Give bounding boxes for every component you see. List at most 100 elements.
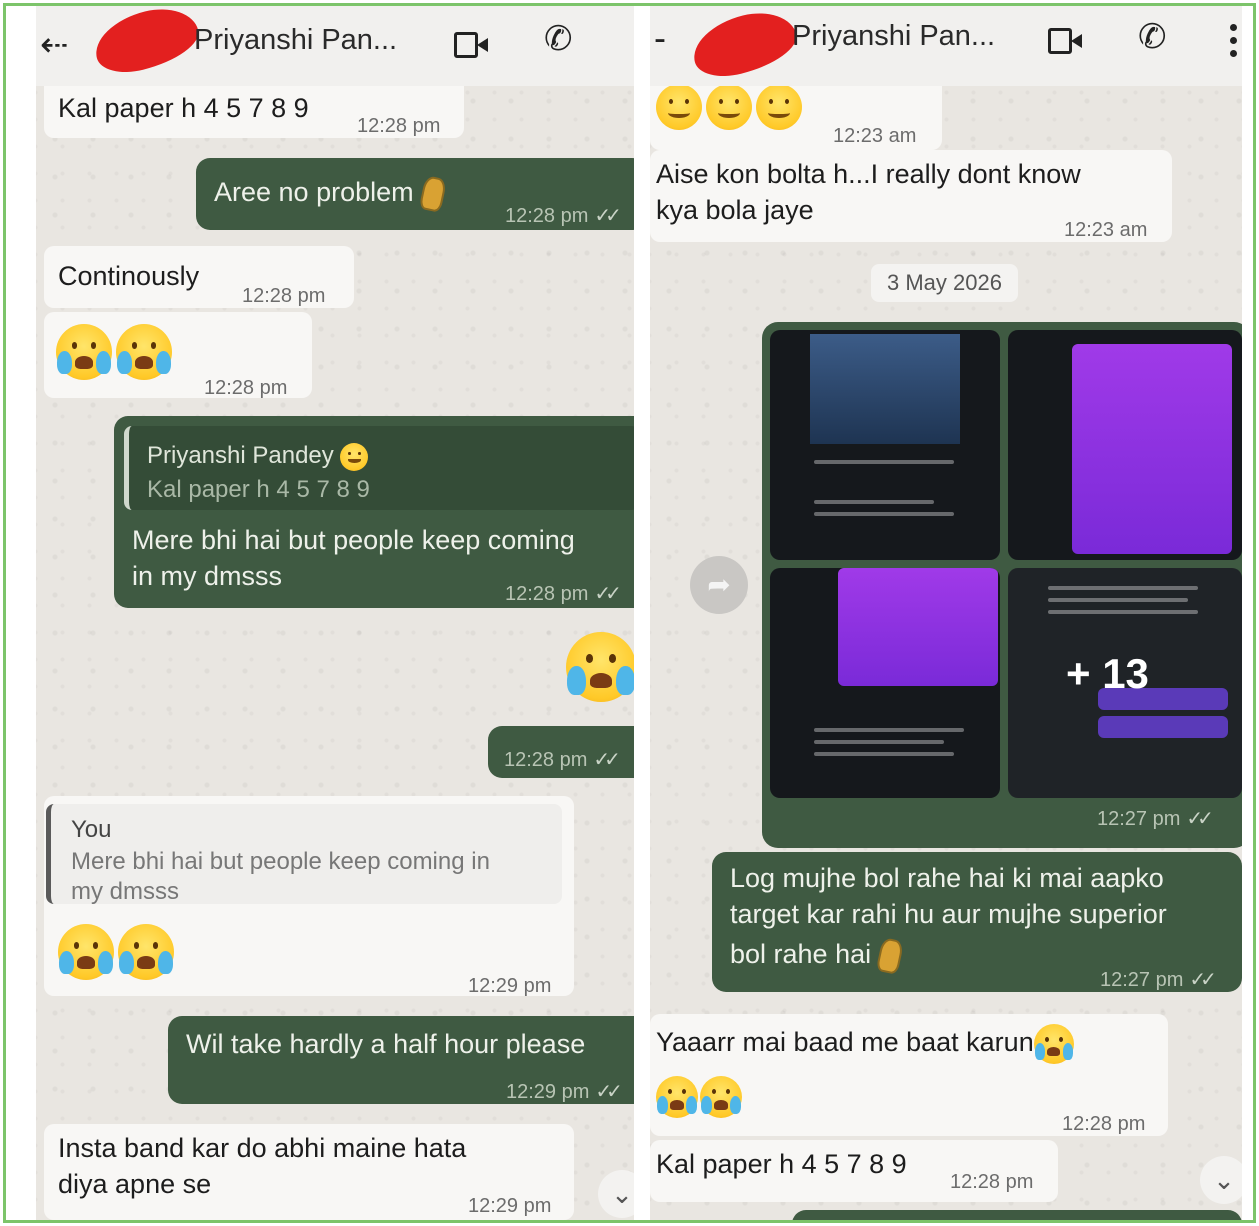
forward-button[interactable]: ➦ — [690, 556, 748, 614]
message-outgoing[interactable]: Wil take hardly a half hour please 12:29… — [168, 1016, 634, 1104]
double-check-icon: ✓✓ — [595, 1081, 622, 1103]
message-text: Kal paper h 4 5 7 8 9 — [656, 1149, 907, 1179]
date-divider: 3 May 2026 — [871, 264, 1018, 302]
back-arrow-icon[interactable]: ⇠ — [40, 28, 69, 62]
message-time: 12:28 pm — [357, 115, 441, 137]
message-outgoing-reply[interactable]: Priyanshi Pandey Kal paper h 4 5 7 8 9 M… — [114, 416, 634, 608]
message-text-line: Aise kon bolta h...I really dont know — [656, 159, 1081, 189]
message-text-line: Mere bhi hai but people keep coming — [132, 525, 575, 555]
crying-face-emoji-icon — [656, 1076, 698, 1118]
crying-face-emoji-icon — [700, 1076, 742, 1118]
media-album[interactable]: + 13 12:27 pm ✓✓ — [762, 322, 1242, 848]
message-time-row: 12:28 pm ✓✓ — [504, 742, 621, 778]
message-text: Continously — [58, 261, 200, 291]
avatar-redaction — [88, 6, 205, 80]
message-incoming[interactable]: Kal paper h 4 5 7 8 9 12:28 pm — [650, 1140, 1058, 1202]
quoted-text-line: Mere bhi hai but people keep coming in — [71, 848, 490, 875]
message-incoming[interactable]: Continously 12:28 pm — [44, 246, 354, 308]
crying-face-emoji-icon — [116, 324, 172, 380]
message-time: 12:23 am — [1064, 219, 1148, 241]
double-check-icon: ✓✓ — [1186, 808, 1213, 830]
message-time-row: 12:29 pm ✓✓ — [506, 1074, 623, 1110]
quoted-text-line: my dmsss — [71, 878, 179, 905]
message-text-line: in my dmsss — [132, 561, 283, 591]
smiling-face-emoji-icon — [340, 442, 369, 471]
message-outgoing-partial[interactable] — [792, 1210, 1242, 1220]
folded-hands-emoji-icon — [875, 936, 905, 975]
folded-hands-emoji-icon — [418, 174, 447, 213]
message-outgoing-time[interactable]: 12:28 pm ✓✓ — [488, 726, 634, 778]
quoted-author: Priyanshi Pandey — [147, 442, 334, 469]
crying-face-emoji-icon — [566, 632, 634, 702]
message-incoming[interactable]: Aise kon bolta h...I really dont know ky… — [650, 150, 1172, 242]
message-text-row: bol rahe hai — [730, 936, 905, 975]
message-incoming-reply[interactable]: You Mere bhi hai but people keep coming … — [44, 796, 574, 997]
message-time: 12:28 pm — [505, 205, 589, 227]
message-time: 12:28 pm — [204, 377, 288, 399]
message-incoming[interactable]: Insta band kar do abhi maine hata diya a… — [44, 1124, 574, 1220]
media-thumbnail[interactable] — [770, 568, 1000, 798]
message-text-line: bol rahe hai — [730, 939, 872, 969]
forward-arrow-icon: ➦ — [707, 569, 731, 600]
message-time: 12:27 pm — [1097, 808, 1181, 830]
screenshot-frame: Kal paper h 4 5 7 8 9 12:28 pm Aree no p… — [3, 3, 1256, 1223]
video-call-icon[interactable] — [454, 32, 488, 58]
message-text-row: Aree no problem — [214, 174, 447, 213]
smiling-face-emoji-icon — [756, 84, 802, 130]
media-thumbnail-more[interactable]: + 13 — [1008, 568, 1242, 798]
message-time: 12:27 pm — [1100, 969, 1184, 991]
message-time: 12:23 am — [833, 125, 917, 147]
media-thumbnail[interactable] — [770, 330, 1000, 560]
crying-face-emoji-icon — [1033, 1024, 1074, 1064]
message-text: Yaaarr mai baad me baat karun — [656, 1027, 1034, 1058]
chat-header: - Priyanshi Pan... ✆ — [650, 6, 1242, 86]
double-chevron-down-icon: ⌄ — [611, 1179, 633, 1209]
chat-header: ⇠ Priyanshi Pan... ✆ — [36, 6, 634, 86]
message-time: 12:28 pm — [505, 583, 589, 605]
message-text-line: diya apne se — [58, 1169, 212, 1199]
double-check-icon: ✓✓ — [1189, 969, 1216, 991]
video-call-icon[interactable] — [1048, 28, 1082, 54]
scroll-to-bottom-button[interactable]: ⌄ — [598, 1170, 634, 1218]
message-outgoing[interactable]: Aree no problem 12:28 pm ✓✓ — [196, 158, 634, 230]
message-time: 12:29 pm — [468, 975, 552, 997]
smiling-face-emoji-icon — [656, 84, 702, 130]
more-options-icon[interactable] — [1230, 24, 1238, 58]
message-text-line: kya bola jaye — [656, 195, 814, 225]
message-text: Kal paper h 4 5 7 8 9 — [58, 93, 309, 123]
message-outgoing[interactable]: Log mujhe bol rahe hai ki mai aapko targ… — [712, 852, 1242, 992]
message-text: Wil take hardly a half hour please — [186, 1029, 586, 1059]
double-check-icon: ✓✓ — [593, 749, 620, 771]
quoted-text: Kal paper h 4 5 7 8 9 — [147, 476, 370, 503]
message-incoming-emoji[interactable]: 12:28 pm — [44, 312, 312, 399]
contact-name[interactable]: Priyanshi Pan... — [792, 20, 995, 53]
voice-call-icon[interactable]: ✆ — [544, 22, 573, 56]
message-time-row: 12:27 pm ✓✓ — [1100, 962, 1217, 998]
left-chat-panel: Kal paper h 4 5 7 8 9 12:28 pm Aree no p… — [36, 6, 634, 1220]
crying-face-emoji-icon — [58, 924, 114, 980]
crying-face-emoji-icon — [56, 324, 112, 380]
crying-face-emoji-icon — [118, 924, 174, 980]
message-text-line: Insta band kar do abhi maine hata — [58, 1133, 467, 1163]
media-thumbnail[interactable] — [1008, 330, 1242, 560]
right-chat-panel: 12:23 am Aise kon bolta h...I really don… — [650, 6, 1242, 1220]
message-time-row: 12:28 pm ✓✓ — [505, 576, 622, 612]
voice-call-icon[interactable]: ✆ — [1138, 20, 1167, 54]
contact-name[interactable]: Priyanshi Pan... — [194, 24, 397, 57]
message-time: 12:28 pm — [950, 1171, 1034, 1193]
quoted-message[interactable]: You Mere bhi hai but people keep coming … — [46, 804, 562, 905]
message-text-line: target kar rahi hu aur mujhe superior — [730, 899, 1167, 929]
quoted-author: You — [71, 816, 112, 843]
message-incoming[interactable]: Yaaarr mai baad me baat karun 12:28 pm — [650, 1014, 1168, 1136]
message-time: 12:29 pm — [506, 1081, 590, 1103]
smiling-face-emoji-icon — [706, 84, 752, 130]
scroll-to-bottom-button[interactable]: ⌄ — [1200, 1156, 1242, 1204]
quoted-message[interactable]: Priyanshi Pandey Kal paper h 4 5 7 8 9 — [124, 426, 634, 510]
message-time-row: 12:28 pm ✓✓ — [505, 198, 622, 234]
message-time: 12:28 pm — [1062, 1113, 1146, 1135]
message-text-row: Yaaarr mai baad me baat karun — [656, 1024, 1074, 1064]
message-time: 12:29 pm — [468, 1195, 552, 1217]
back-arrow-icon[interactable]: - — [654, 20, 666, 56]
double-chevron-down-icon: ⌄ — [1213, 1165, 1235, 1195]
avatar-redaction — [686, 6, 803, 84]
